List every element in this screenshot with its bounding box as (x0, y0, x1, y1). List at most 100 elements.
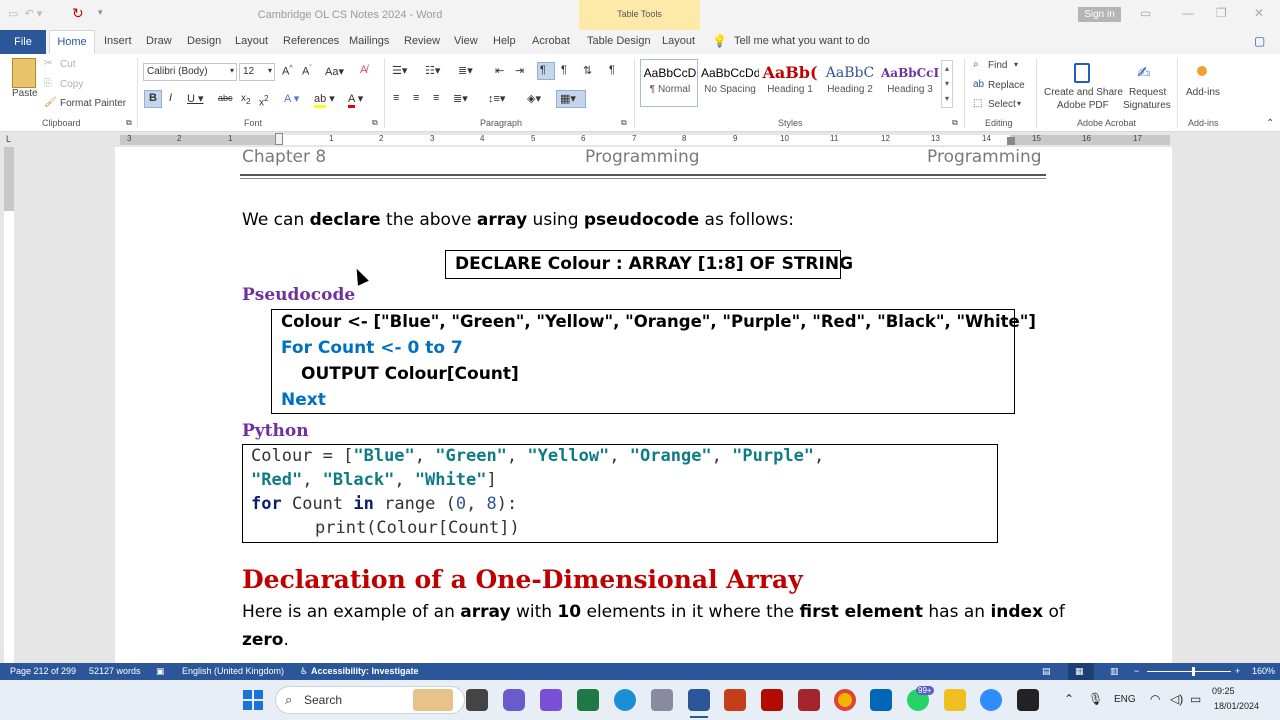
access-icon[interactable] (798, 689, 820, 711)
numbering-icon[interactable]: ☷▾ (425, 64, 440, 77)
teams-icon[interactable] (503, 689, 525, 711)
replace-button[interactable]: Replace (988, 80, 1025, 91)
tab-view[interactable]: View (454, 35, 478, 47)
change-case-icon[interactable]: Aa▾ (325, 65, 344, 78)
cut-button[interactable]: Cut (60, 59, 76, 70)
clock-time[interactable]: 09:25 (1212, 686, 1235, 696)
styles-scroll[interactable]: ▴ ▾ ▾ (941, 60, 953, 108)
justify-icon[interactable]: ≣▾ (453, 92, 468, 105)
zoom-in-icon[interactable]: + (1235, 666, 1240, 676)
snipping-icon[interactable] (540, 689, 562, 711)
add-ins-button[interactable]: Add-ins (1186, 87, 1220, 98)
close-button[interactable]: ✕ (1254, 6, 1264, 20)
web-layout-icon[interactable]: ▥ (1110, 666, 1119, 677)
superscript-icon[interactable]: x2 (259, 93, 269, 108)
indent-marker[interactable] (275, 133, 283, 145)
acrobat-reader-icon[interactable] (761, 689, 783, 711)
right-indent-marker[interactable] (1007, 137, 1015, 145)
clear-formatting-icon[interactable]: A̸ (360, 64, 367, 76)
subscript-icon[interactable]: x2 (241, 93, 251, 106)
word-count[interactable]: 52127 words (89, 666, 141, 676)
pycharm-icon[interactable] (1017, 689, 1039, 711)
tab-home[interactable]: Home (49, 30, 95, 54)
powerpoint-icon[interactable] (724, 689, 746, 711)
read-mode-icon[interactable]: ▤ (1042, 666, 1051, 677)
volume-icon[interactable]: ◁) (1170, 692, 1183, 706)
maximize-button[interactable]: ❐ (1216, 6, 1227, 20)
tab-table-layout[interactable]: Layout (662, 35, 695, 47)
request-signatures-button-line2[interactable]: Signatures (1123, 100, 1171, 111)
font-color-icon[interactable]: A ▾ (348, 92, 363, 108)
italic-icon[interactable]: I (169, 92, 172, 104)
tell-me-search[interactable]: Tell me what you want to do (734, 35, 870, 47)
tab-layout[interactable]: Layout (235, 35, 268, 47)
tab-design[interactable]: Design (187, 35, 221, 47)
paragraph-launcher-icon[interactable]: ⧉ (621, 118, 627, 128)
tab-draw[interactable]: Draw (146, 35, 172, 47)
accessibility-status[interactable]: Accessibility: Investigate (311, 666, 419, 676)
style-heading-2[interactable]: AaBbC Heading 2 (821, 62, 879, 106)
battery-icon[interactable]: ▭ (1190, 692, 1201, 706)
styles-launcher-icon[interactable]: ⧉ (952, 118, 958, 128)
style-no-spacing[interactable]: AaBbCcDd No Spacing (701, 62, 759, 106)
request-signatures-button[interactable]: Request (1129, 87, 1166, 98)
language[interactable]: English (United Kingdom) (182, 666, 284, 676)
microphone-icon[interactable]: 🎙 (1088, 692, 1103, 706)
style-normal[interactable]: AaBbCcD ¶ Normal (641, 62, 699, 106)
paste-icon[interactable] (12, 58, 36, 88)
tab-acrobat[interactable]: Acrobat (532, 35, 570, 47)
zoom-slider-thumb[interactable] (1192, 667, 1195, 676)
multilevel-list-icon[interactable]: ≣▾ (458, 64, 473, 77)
align-right-icon[interactable]: ≡ (433, 92, 439, 104)
clipboard-launcher-icon[interactable]: ⧉ (126, 118, 132, 128)
zoom-icon[interactable] (980, 689, 1002, 711)
grow-font-icon[interactable]: A^ (282, 65, 293, 78)
tab-insert[interactable]: Insert (104, 35, 132, 47)
document-page[interactable]: Chapter 8 Programming Programming We can… (115, 147, 1172, 663)
excel-icon[interactable] (577, 689, 599, 711)
find-button[interactable]: Find (988, 60, 1007, 71)
decrease-indent-icon[interactable]: ⇤ (495, 64, 504, 77)
proofing-icon[interactable]: ▣ (156, 666, 165, 677)
strikethrough-icon[interactable]: abc (218, 93, 233, 103)
zoom-level[interactable]: 160% (1252, 666, 1275, 676)
shrink-font-icon[interactable]: Aˇ (302, 65, 312, 78)
line-spacing-icon[interactable]: ↕≡▾ (488, 92, 505, 105)
highlight-icon[interactable]: ab ▾ (314, 92, 335, 108)
sort-icon[interactable]: ⇅ (583, 64, 592, 77)
create-share-pdf-button-line2[interactable]: Adobe PDF (1057, 100, 1109, 111)
style-heading-3[interactable]: AaBbCcI Heading 3 (881, 62, 939, 106)
create-share-pdf-button[interactable]: Create and Share (1044, 87, 1123, 98)
tab-selector-icon[interactable]: L (6, 134, 11, 144)
collapse-ribbon-icon[interactable]: ⌃ (1266, 118, 1274, 129)
zoom-out-icon[interactable]: − (1134, 666, 1139, 676)
tab-file[interactable]: File (0, 30, 46, 54)
font-size-select[interactable]: 12 ▾ (239, 63, 275, 81)
sign-in-button[interactable]: Sign in (1078, 7, 1121, 22)
font-name-select[interactable]: Calibri (Body) ▾ (143, 63, 237, 81)
tab-review[interactable]: Review (404, 35, 440, 47)
file-explorer-icon[interactable] (944, 689, 966, 711)
ltr-icon[interactable]: ¶ (540, 64, 546, 76)
format-painter-button[interactable]: Format Painter (60, 98, 126, 109)
tray-overflow-icon[interactable]: ⌃ (1064, 692, 1074, 706)
tab-help[interactable]: Help (493, 35, 516, 47)
word-icon[interactable] (688, 689, 710, 711)
wifi-icon[interactable]: ◠ (1150, 692, 1160, 706)
copy-button[interactable]: Copy (60, 79, 83, 90)
store-icon[interactable] (870, 689, 892, 711)
windows-start-icon[interactable] (243, 690, 263, 710)
show-marks-icon[interactable]: ¶ (609, 64, 615, 76)
input-language[interactable]: ENG (1114, 694, 1136, 705)
increase-indent-icon[interactable]: ⇥ (515, 64, 524, 77)
align-left-icon[interactable]: ≡ (393, 92, 399, 104)
zoom-slider[interactable] (1147, 671, 1231, 672)
tab-references[interactable]: References (283, 35, 339, 47)
shading-icon[interactable]: ◈▾ (527, 92, 541, 105)
task-view-icon[interactable] (466, 689, 488, 711)
borders-icon[interactable]: ▦▾ (560, 92, 576, 105)
text-effects-icon[interactable]: A ▾ (284, 92, 299, 105)
paste-button[interactable]: Paste (12, 88, 38, 99)
align-center-icon[interactable]: ≡ (413, 92, 419, 104)
clock-date[interactable]: 18/01/2024 (1214, 701, 1259, 711)
